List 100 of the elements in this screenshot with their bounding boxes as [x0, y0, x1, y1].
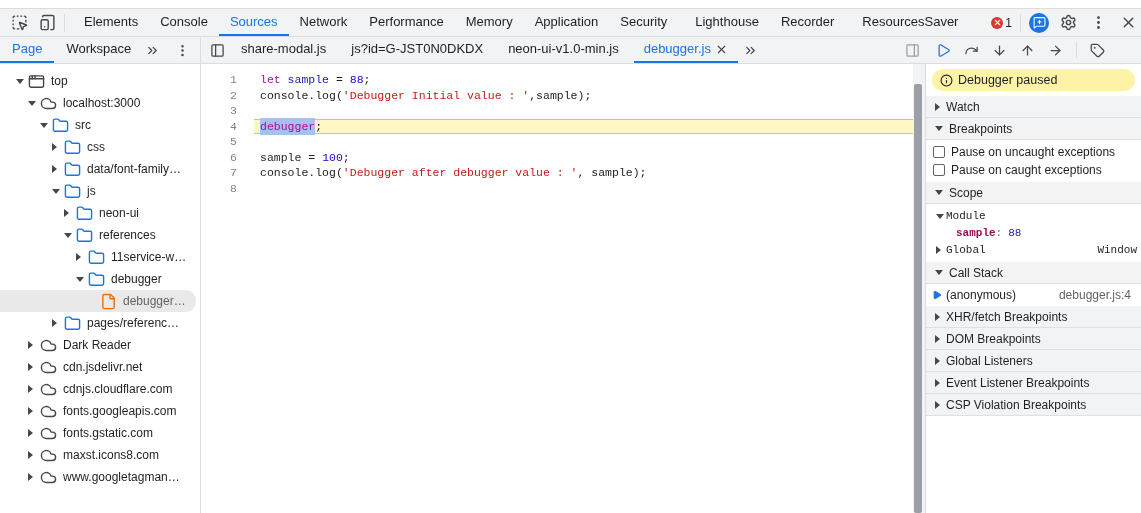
panel-tab[interactable]: Network [288, 9, 359, 36]
collapsed-arrow-icon[interactable] [935, 312, 940, 321]
panel-tab[interactable]: Lighthouse [684, 9, 770, 36]
expanded-arrow-icon[interactable] [16, 78, 24, 84]
scope-name[interactable]: Module [946, 207, 986, 225]
file-tab[interactable]: neon-ui-v1.0-min.js [498, 37, 629, 63]
collapsed-arrow-icon[interactable] [52, 319, 57, 327]
expanded-arrow-icon[interactable] [40, 122, 48, 128]
tree-item[interactable]: css [0, 136, 196, 158]
line-number: 5 [229, 134, 238, 151]
collapsed-arrow-icon[interactable] [935, 400, 940, 409]
tree-label: maxst.icons8.com [63, 447, 160, 464]
scope-name[interactable]: Global [946, 241, 986, 259]
section-header[interactable]: Global Listeners [926, 350, 1141, 372]
ai-assistance-icon[interactable] [1029, 12, 1049, 33]
panel-tab[interactable]: Memory [454, 9, 524, 36]
expanded-arrow-icon[interactable] [52, 188, 60, 194]
tree-item[interactable]: fonts.gstatic.com [0, 422, 196, 444]
section-header[interactable]: Event Listener Breakpoints [926, 372, 1141, 394]
collapsed-arrow-icon[interactable] [28, 385, 33, 393]
expanded-arrow-icon[interactable] [935, 190, 943, 195]
panel-tab[interactable]: Security [609, 9, 679, 36]
panel-tab[interactable]: Performance [358, 9, 455, 36]
tree-item[interactable]: 11service-w… [0, 246, 196, 268]
tree-item[interactable]: debugger [0, 268, 196, 290]
collapsed-arrow-icon[interactable] [28, 429, 33, 437]
toggle-debugger-icon[interactable] [905, 42, 920, 58]
section-header[interactable]: XHR/fetch Breakpoints [926, 306, 1141, 328]
panel-tab[interactable]: Application [523, 9, 610, 36]
folder-icon [88, 248, 105, 266]
collapsed-arrow-icon[interactable] [28, 451, 33, 459]
toggle-navigator-icon[interactable] [210, 42, 225, 58]
tree-item[interactable]: fonts.googleapis.com [0, 400, 196, 422]
expanded-arrow-icon[interactable] [76, 276, 84, 282]
tree-item[interactable]: cdnjs.cloudflare.com [0, 378, 196, 400]
section-header[interactable]: Breakpoints [926, 118, 1141, 140]
tree-item[interactable]: pages/referenc… [0, 312, 196, 334]
frame-location[interactable]: debugger.js:4 [1058, 286, 1131, 304]
file-tab[interactable]: share-modal.js [231, 37, 337, 63]
collapsed-arrow-icon[interactable] [52, 165, 57, 173]
collapsed-arrow-icon[interactable] [935, 356, 940, 365]
section-header[interactable]: Watch [926, 96, 1141, 118]
settings-icon[interactable] [1060, 14, 1077, 31]
collapsed-arrow-icon[interactable] [52, 143, 57, 151]
checkbox[interactable] [933, 164, 945, 176]
tree-item[interactable]: Dark Reader [0, 334, 196, 356]
tree-label: debugger [111, 271, 162, 288]
checkbox-label: Pause on uncaught exceptions [951, 144, 1116, 161]
expanded-arrow-icon[interactable] [936, 213, 944, 219]
device-toolbar-icon[interactable] [39, 14, 56, 31]
step-icon[interactable] [1048, 42, 1063, 58]
collapsed-arrow-icon[interactable] [28, 363, 33, 371]
collapsed-arrow-icon[interactable] [28, 473, 33, 481]
collapsed-arrow-icon[interactable] [935, 378, 940, 387]
tree-label: src [75, 117, 91, 134]
panel-tab[interactable]: ResourcesSaver [851, 9, 970, 36]
collapsed-arrow-icon[interactable] [64, 209, 69, 217]
checkbox[interactable] [933, 146, 945, 158]
navigator-tab[interactable]: Page [0, 37, 55, 63]
line-number: 3 [229, 103, 238, 120]
tree-item[interactable]: www.googletagman… [0, 466, 196, 488]
tree-item[interactable]: debugger… [0, 290, 196, 312]
tree-item[interactable]: neon-ui [0, 202, 196, 224]
panel-tab[interactable]: Recorder [769, 9, 846, 36]
section-header[interactable]: Scope [926, 182, 1141, 204]
expanded-arrow-icon[interactable] [28, 100, 36, 106]
file-tab[interactable]: js?id=G-JST0N0DKDX [341, 37, 494, 63]
tree-label: js [87, 183, 96, 200]
collapsed-arrow-icon[interactable] [28, 407, 33, 415]
tree-item[interactable]: localhost:3000 [0, 92, 196, 114]
expanded-arrow-icon[interactable] [935, 126, 943, 131]
section-header[interactable]: DOM Breakpoints [926, 328, 1141, 350]
tree-item[interactable]: top [0, 70, 196, 92]
section-header[interactable]: Call Stack [926, 262, 1141, 284]
collapsed-arrow-icon[interactable] [28, 341, 33, 349]
expanded-arrow-icon[interactable] [64, 232, 72, 238]
panel-tab[interactable]: Console [149, 9, 219, 36]
navigator-tab[interactable]: Workspace [54, 37, 144, 63]
error-count[interactable]: 1 [1005, 13, 1012, 32]
scrollbar[interactable] [913, 64, 923, 513]
resume-icon[interactable] [936, 42, 951, 58]
step-out-icon[interactable] [1020, 42, 1035, 58]
collapsed-arrow-icon[interactable] [935, 334, 940, 343]
tree-item[interactable]: maxst.icons8.com [0, 444, 196, 466]
tree-item[interactable]: src [0, 114, 196, 136]
panel-tab[interactable]: Elements [73, 9, 150, 36]
deactivate-breakpoints-icon[interactable] [1090, 42, 1105, 58]
tree-item[interactable]: js [0, 180, 196, 202]
collapsed-arrow-icon[interactable] [935, 102, 940, 111]
section-header[interactable]: CSP Violation Breakpoints [926, 394, 1141, 416]
expanded-arrow-icon[interactable] [935, 270, 943, 275]
collapsed-arrow-icon[interactable] [76, 253, 81, 261]
tree-item[interactable]: references [0, 224, 196, 246]
inspect-element-icon[interactable] [11, 14, 28, 31]
tree-label: fonts.googleapis.com [63, 403, 177, 420]
step-into-icon[interactable] [992, 42, 1007, 58]
tree-item[interactable]: cdn.jsdelivr.net [0, 356, 196, 378]
error-icon[interactable] [991, 16, 1004, 29]
collapsed-arrow-icon[interactable] [936, 246, 941, 254]
tree-item[interactable]: data/font-family… [0, 158, 196, 180]
